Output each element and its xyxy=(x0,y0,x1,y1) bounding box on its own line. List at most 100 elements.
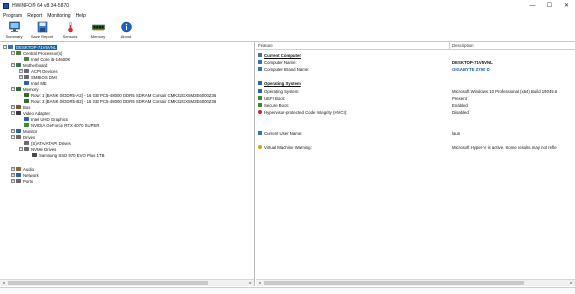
summary-icon xyxy=(8,21,20,32)
tree-item-label: Drives xyxy=(23,134,36,140)
detail-value: Microsoft Hyper-V is active. Some result… xyxy=(452,144,557,150)
ram-stick-icon xyxy=(24,93,29,97)
tree-item[interactable]: Samsung SSD 970 EVO Plus 1TB xyxy=(27,152,104,158)
collapse-icon[interactable]: − xyxy=(3,45,7,49)
memory-label: Memory xyxy=(90,34,106,39)
collapse-icon[interactable]: − xyxy=(19,147,23,151)
tree-item[interactable]: Row: 3 [BANK 0/DDR5-B2] - 16 GB PC5-4800… xyxy=(19,98,216,104)
uefi-icon xyxy=(258,96,262,100)
expand-icon[interactable]: + xyxy=(11,167,15,171)
acpi-icon xyxy=(24,69,29,73)
os-icon xyxy=(258,89,262,93)
tree-item-label: Monitor xyxy=(23,128,38,134)
detail-feature-label: Virtual Machine Warning: xyxy=(264,144,312,150)
summary-button[interactable]: Summary xyxy=(0,20,28,42)
detail-feature-label: Computer Name: xyxy=(264,59,297,65)
tree-item-label: DESKTOP-71V5VNL xyxy=(15,44,58,50)
detail-row[interactable]: Virtual Machine Warning: xyxy=(258,144,312,150)
tree-scroll-thumb[interactable] xyxy=(8,281,208,285)
memory-button[interactable]: Memory xyxy=(84,20,112,42)
monitor-icon xyxy=(16,129,21,133)
video-adapter-icon xyxy=(16,111,21,115)
expand-icon[interactable]: + xyxy=(11,105,15,109)
tree-item[interactable]: + Ports xyxy=(11,178,33,184)
tree-item-label: NVMe Drives xyxy=(31,146,57,152)
expand-icon[interactable]: + xyxy=(11,173,15,177)
computer-section-icon xyxy=(258,53,262,57)
collapse-icon[interactable]: − xyxy=(11,111,15,115)
menu-help[interactable]: Help xyxy=(76,13,86,19)
tree-item-label: Samsung SSD 970 EVO Plus 1TB xyxy=(39,152,105,158)
ssd-icon xyxy=(32,153,37,157)
details-scroll-right-arrow-icon[interactable]: ▸ xyxy=(568,280,575,286)
feature-column-header[interactable]: Feature xyxy=(256,42,449,50)
tree-item-label: Intel Core i5-14600K xyxy=(31,56,71,62)
device-tree[interactable]: − DESKTOP-71V5VNL − Central Processor(s) Int… xyxy=(0,42,255,286)
details-scroll-left-arrow-icon[interactable]: ◂ xyxy=(256,280,263,286)
detail-row[interactable]: Current User Name: xyxy=(258,130,302,136)
details-scroll-thumb[interactable] xyxy=(264,281,524,285)
sensors-button[interactable]: Sensors xyxy=(56,20,84,42)
expand-icon[interactable]: + xyxy=(11,179,15,183)
title-bar: HWiNFO® 64 v8.34-5870 — ☐ ✕ xyxy=(0,0,575,11)
detail-section-header[interactable]: Operating System xyxy=(258,80,301,86)
detail-feature-label: Operating System xyxy=(264,80,301,86)
detail-row[interactable]: Secure Boot: xyxy=(258,102,289,108)
maximize-button[interactable]: ☐ xyxy=(541,0,558,11)
detail-value: GIGABYTE Z790 D xyxy=(452,66,490,72)
expand-icon[interactable]: + xyxy=(19,69,23,73)
about-icon xyxy=(120,21,132,33)
about-label: About xyxy=(120,34,132,39)
details-horizontal-scrollbar[interactable]: ◂ ▸ xyxy=(256,279,575,286)
detail-section-header[interactable]: Current Computer xyxy=(258,52,301,58)
nvme-drive-icon xyxy=(24,147,29,151)
menu-report[interactable]: Report xyxy=(27,13,42,19)
detail-row[interactable]: UEFI Boot: xyxy=(258,95,285,101)
status-bar xyxy=(0,287,575,294)
intel-me-icon xyxy=(24,81,29,85)
expand-icon[interactable]: + xyxy=(19,75,23,79)
detail-row[interactable]: Computer Name: xyxy=(258,59,297,65)
smbios-icon xyxy=(24,75,29,79)
tree-item-label: NVIDIA GeForce RTX 4070 SUPER xyxy=(31,122,100,128)
detail-value: Disabled xyxy=(452,109,469,115)
tree-item-label: (S)ATA/ATAPI Drives xyxy=(31,140,71,146)
collapse-icon[interactable]: − xyxy=(11,87,15,91)
detail-feature-label: Secure Boot: xyxy=(264,102,289,108)
detail-feature-label: Current User Name: xyxy=(264,130,303,136)
detail-row[interactable]: Operating System: xyxy=(258,88,300,94)
collapse-icon[interactable]: − xyxy=(11,135,15,139)
hwinfo-app-icon xyxy=(3,2,9,9)
drives-icon xyxy=(16,135,21,139)
about-button[interactable]: About xyxy=(112,20,140,42)
collapse-icon[interactable]: − xyxy=(11,51,15,55)
scroll-left-arrow-icon[interactable]: ◂ xyxy=(0,280,7,286)
tree-item-label: Network xyxy=(23,172,39,178)
tree-item-label: Bus xyxy=(23,104,31,110)
close-button[interactable]: ✕ xyxy=(558,0,575,11)
detail-row[interactable]: Computer Brand Name: xyxy=(258,66,309,72)
scroll-right-arrow-icon[interactable]: ▸ xyxy=(247,280,254,286)
detail-feature-label: Current Computer xyxy=(264,52,302,58)
tree-horizontal-scrollbar[interactable]: ◂ ▸ xyxy=(0,279,254,286)
vm-warning-icon xyxy=(258,145,262,149)
save-report-button[interactable]: Save Report xyxy=(28,20,56,42)
minimize-button[interactable]: — xyxy=(524,0,541,11)
brand-icon xyxy=(258,67,262,71)
save-report-label: Save Report xyxy=(30,34,54,39)
expand-icon[interactable]: + xyxy=(11,129,15,133)
collapse-icon[interactable]: − xyxy=(11,63,15,67)
tree-item-label: Memory xyxy=(23,86,39,92)
detail-feature-label: Hypervisor-protected Code Integrity (HVC… xyxy=(264,109,348,115)
menu-monitoring[interactable]: Monitoring xyxy=(47,13,70,19)
detail-value: DESKTOP-71V5VNL xyxy=(452,59,493,65)
description-column-header[interactable]: Description xyxy=(450,42,575,50)
detail-row[interactable]: Hypervisor-protected Code Integrity (HVC… xyxy=(258,109,347,115)
tree-item-label: Central Processor(s) xyxy=(23,50,63,56)
tree-item-label: Intel UHD Graphics xyxy=(31,116,69,122)
menu-program[interactable]: Program xyxy=(3,13,22,19)
